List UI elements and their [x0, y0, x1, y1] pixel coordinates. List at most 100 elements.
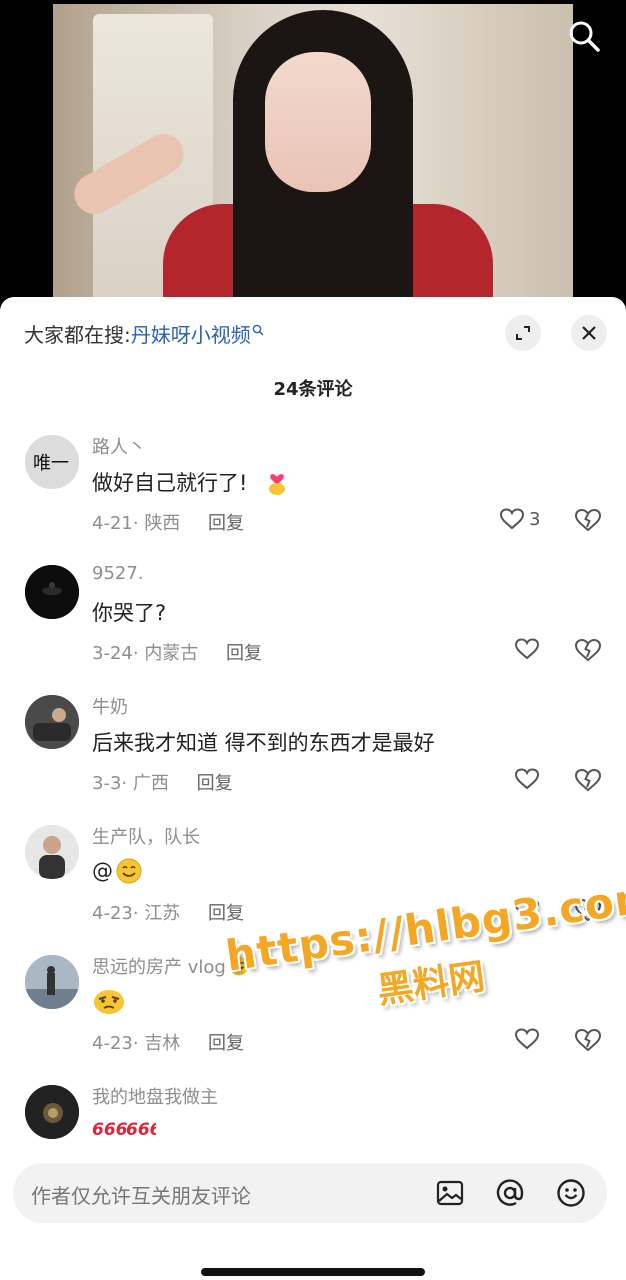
- heart-icon: [499, 508, 525, 530]
- heart-icon: [514, 638, 540, 660]
- comment-author[interactable]: 牛奶: [92, 693, 128, 719]
- comment-input-placeholder: 作者仅允许互关朋友评论: [31, 1184, 251, 1208]
- comment-count: 24条评论: [273, 379, 353, 400]
- comment-list: 唯一 路人丶 做好自己就行了! 4-21· 陕西 回复 3 9527. 你哭了?…: [0, 427, 626, 1207]
- heart-icon: [514, 768, 540, 790]
- video-frame[interactable]: [53, 4, 573, 330]
- comment-date: 4-21: [92, 513, 133, 534]
- comment-meta: 4-21· 陕西 回复: [92, 513, 245, 534]
- comment-text-content: 后来我才知道 得不到的东西才是最好: [92, 731, 435, 755]
- video-person-face: [265, 52, 371, 192]
- like-button[interactable]: [514, 1027, 540, 1051]
- search-icon[interactable]: [564, 16, 604, 56]
- broken-heart-icon: [574, 638, 602, 662]
- comment-meta: 3-24· 内蒙古 回复: [92, 643, 263, 664]
- comment-text: 后来我才知道 得不到的东西才是最好: [92, 727, 435, 757]
- comment-text: [92, 987, 126, 1017]
- search-suggestion[interactable]: 大家都在搜: 丹妹呀小视频: [24, 319, 264, 348]
- reply-button[interactable]: 回复: [208, 1033, 244, 1054]
- heart-icon: [514, 1028, 540, 1050]
- comment-item: 唯一 路人丶 做好自己就行了! 4-21· 陕西 回复 3: [0, 427, 626, 557]
- like-count: 3: [529, 508, 541, 530]
- close-icon: [582, 326, 596, 340]
- expand-icon: [516, 326, 530, 340]
- svg-text:666: 666: [126, 1120, 156, 1139]
- screen: 大家都在搜: 丹妹呀小视频 24条评论 唯一 路人丶 做好自己就行了! 4-21…: [0, 0, 626, 1280]
- smiley-icon: [557, 1179, 585, 1207]
- comment-author[interactable]: 我的地盘我做主: [92, 1083, 218, 1109]
- home-indicator: [201, 1268, 425, 1276]
- comment-text-content: @: [92, 859, 113, 883]
- small-search-icon: [252, 317, 264, 341]
- comment-meta: 3-3· 广西 回复: [92, 773, 233, 794]
- comment-text: 做好自己就行了!: [92, 467, 291, 497]
- reply-button[interactable]: 回复: [197, 773, 233, 794]
- comment-text: 你哭了?: [92, 597, 166, 627]
- mention-button[interactable]: [494, 1177, 526, 1209]
- dislike-button[interactable]: [574, 637, 602, 665]
- reply-button[interactable]: 回复: [208, 513, 244, 534]
- search-suggestion-prefix: 大家都在搜:: [24, 323, 131, 347]
- comment-text-content: 你哭了?: [92, 601, 167, 625]
- comment-date: 3-3: [92, 773, 122, 794]
- comment-text: 666666: [92, 1117, 156, 1139]
- heart-hands-emoji-icon: [263, 468, 291, 496]
- at-icon: [496, 1179, 524, 1206]
- like-button[interactable]: [514, 767, 540, 791]
- comment-text: @: [92, 857, 143, 885]
- broken-heart-icon: [574, 898, 602, 922]
- comment-location: 广西: [132, 773, 169, 794]
- emoji-button[interactable]: [555, 1177, 587, 1209]
- like-button[interactable]: 3: [499, 507, 540, 531]
- comment-input-area: 作者仅允许互关朋友评论: [0, 1148, 626, 1280]
- dislike-button[interactable]: [574, 767, 602, 795]
- comment-meta: 4-23· 吉林 回复: [92, 1033, 245, 1054]
- expand-button[interactable]: [505, 315, 541, 351]
- image-icon: [436, 1180, 464, 1206]
- comment-location: 江苏: [144, 903, 181, 924]
- six-six-six-emoji-icon: 666666: [92, 1117, 156, 1139]
- dislike-button[interactable]: [574, 897, 602, 925]
- comment-input[interactable]: 作者仅允许互关朋友评论: [13, 1163, 607, 1223]
- image-button[interactable]: [434, 1177, 466, 1209]
- comment-item: 9527. 你哭了? 3-24· 内蒙古 回复: [0, 557, 626, 687]
- svg-text:唯一: 唯一: [33, 453, 69, 474]
- comment-location: 内蒙古: [144, 643, 199, 664]
- comment-author[interactable]: 思远的房产 vlog: [92, 953, 250, 979]
- avatar[interactable]: 唯一: [25, 435, 79, 489]
- reply-button[interactable]: 回复: [226, 643, 262, 664]
- broken-heart-icon: [574, 768, 602, 792]
- smile-emoji-icon: [115, 857, 143, 885]
- heart-icon: [514, 898, 540, 920]
- avatar[interactable]: [25, 1085, 79, 1139]
- close-button[interactable]: [571, 315, 607, 351]
- smirk-emoji-icon: [92, 987, 126, 1017]
- comment-item: 牛奶 后来我才知道 得不到的东西才是最好 3-3· 广西 回复: [0, 687, 626, 817]
- video-player[interactable]: [0, 0, 626, 330]
- comment-author-name: 思远的房产 vlog: [92, 957, 226, 978]
- broken-heart-icon: [574, 508, 602, 532]
- comment-item: 思远的房产 vlog 4-23· 吉林 回复: [0, 947, 626, 1077]
- avatar[interactable]: [25, 955, 79, 1009]
- reply-button[interactable]: 回复: [208, 903, 244, 924]
- avatar[interactable]: [25, 565, 79, 619]
- comment-text-content: 做好自己就行了!: [92, 471, 248, 495]
- comment-date: 4-23: [92, 903, 133, 924]
- dislike-button[interactable]: [574, 1027, 602, 1055]
- comment-date: 3-24: [92, 643, 133, 664]
- comment-author[interactable]: 生产队，队长: [92, 823, 200, 849]
- comment-author[interactable]: 路人丶: [92, 433, 146, 459]
- avatar[interactable]: [25, 695, 79, 749]
- comment-date: 4-23: [92, 1033, 133, 1054]
- broken-heart-icon: [574, 1028, 602, 1052]
- dislike-button[interactable]: [574, 507, 602, 535]
- comment-location: 陕西: [144, 513, 181, 534]
- avatar[interactable]: [25, 825, 79, 879]
- like-button[interactable]: [514, 637, 540, 661]
- search-suggestion-keyword[interactable]: 丹妹呀小视频: [131, 319, 251, 348]
- like-button[interactable]: [514, 897, 540, 921]
- comment-author[interactable]: 9527.: [92, 563, 144, 584]
- comment-location: 吉林: [144, 1033, 181, 1054]
- comment-sheet: 大家都在搜: 丹妹呀小视频 24条评论 唯一 路人丶 做好自己就行了! 4-21…: [0, 297, 626, 1280]
- svg-text:666: 666: [92, 1120, 128, 1139]
